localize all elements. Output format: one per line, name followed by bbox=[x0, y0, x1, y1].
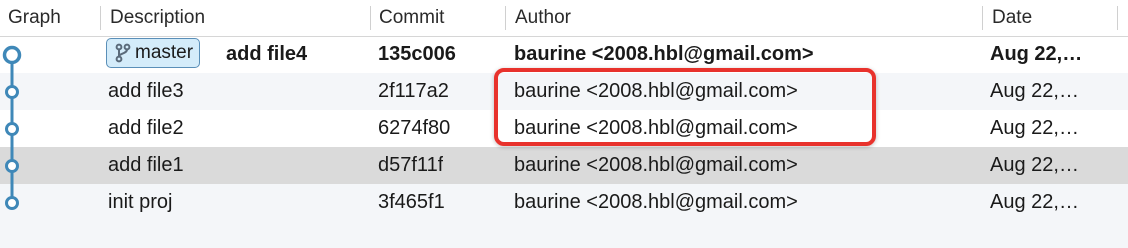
graph-node bbox=[5, 196, 19, 210]
column-divider[interactable] bbox=[1117, 6, 1118, 30]
column-divider[interactable] bbox=[982, 6, 983, 30]
commit-date: Aug 22,… bbox=[990, 191, 1079, 213]
commit-description: add file4 bbox=[226, 43, 308, 65]
column-header-bar: Graph Description Commit Author Date bbox=[0, 0, 1128, 37]
column-header-commit[interactable]: Commit bbox=[379, 0, 444, 36]
commit-description: init proj bbox=[108, 191, 173, 213]
branch-icon bbox=[115, 43, 131, 63]
column-header-graph[interactable]: Graph bbox=[8, 0, 61, 36]
empty-list-area bbox=[0, 221, 1128, 248]
commit-author: baurine <2008.hbl@gmail.com> bbox=[514, 154, 798, 176]
commit-date: Aug 22,… bbox=[990, 80, 1079, 102]
commit-author: baurine <2008.hbl@gmail.com> bbox=[514, 191, 798, 213]
column-header-author[interactable]: Author bbox=[515, 0, 571, 36]
column-header-description[interactable]: Description bbox=[110, 0, 205, 36]
commit-description: add file1 bbox=[108, 154, 184, 176]
commit-hash: 2f117a2 bbox=[378, 80, 449, 102]
branch-name: master bbox=[135, 42, 194, 63]
commit-hash: 135c006 bbox=[378, 43, 456, 65]
commit-date: Aug 22,… bbox=[990, 43, 1083, 65]
graph-node bbox=[5, 85, 19, 99]
column-divider[interactable] bbox=[505, 6, 506, 30]
commit-graph bbox=[2, 45, 22, 210]
commit-description: add file3 bbox=[108, 80, 184, 102]
commit-row-selected[interactable]: add file1 d57f11f baurine <2008.hbl@gmai… bbox=[0, 147, 1128, 184]
commit-row[interactable]: init proj 3f465f1 baurine <2008.hbl@gmai… bbox=[0, 184, 1128, 221]
commit-description: add file2 bbox=[108, 117, 184, 139]
graph-node-head bbox=[2, 45, 22, 65]
column-divider[interactable] bbox=[100, 6, 101, 30]
graph-node bbox=[5, 122, 19, 136]
commit-hash: 3f465f1 bbox=[378, 191, 445, 213]
graph-node bbox=[5, 159, 19, 173]
commit-hash: 6274f80 bbox=[378, 117, 451, 139]
branch-label-master[interactable]: master bbox=[106, 38, 201, 68]
commit-date: Aug 22,… bbox=[990, 117, 1079, 139]
commit-date: Aug 22,… bbox=[990, 154, 1079, 176]
highlight-annotation-box bbox=[494, 68, 876, 146]
column-divider[interactable] bbox=[370, 6, 371, 30]
column-header-date[interactable]: Date bbox=[992, 0, 1032, 36]
commit-hash: d57f11f bbox=[378, 154, 444, 176]
